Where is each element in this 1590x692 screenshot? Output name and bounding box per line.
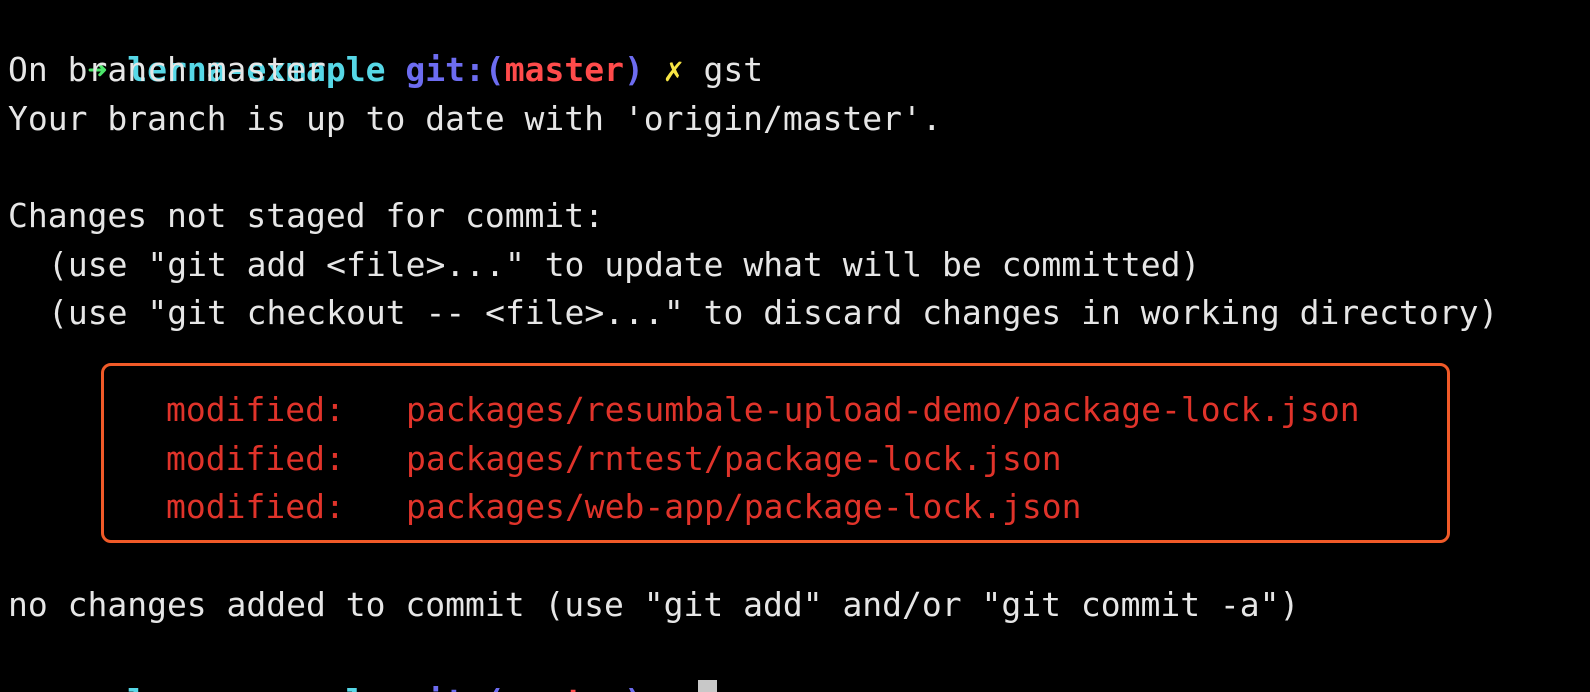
prompt-line-current[interactable]: ➜ lerna-exmaple git:(master) ✗	[8, 630, 717, 692]
prompt-git-close: )	[624, 682, 644, 692]
hint-checkout-text: (use "git checkout -- <file>..." to disc…	[48, 293, 1499, 332]
not-staged-header: Changes not staged for commit:	[8, 196, 605, 235]
command-text: gst	[703, 50, 764, 89]
modified-file-row: modified: packages/resumbale-upload-demo/…	[8, 386, 1360, 434]
modified-status: modified:	[166, 390, 345, 429]
modified-path: packages/rntest/package-lock.json	[406, 439, 1062, 478]
modified-status: modified:	[166, 439, 345, 478]
modified-status: modified:	[166, 487, 345, 526]
branch-line: On branch master	[8, 50, 326, 89]
modified-file-row: modified: packages/web-app/package-lock.j…	[8, 483, 1082, 531]
hint-add-text: (use "git add <file>..." to update what …	[48, 245, 1201, 284]
modified-path: packages/web-app/package-lock.json	[406, 487, 1082, 526]
prompt-git-close: )	[623, 50, 644, 89]
hint-add-line: (use "git add <file>..." to update what …	[8, 241, 1200, 289]
footer-line: no changes added to commit (use "git add…	[8, 585, 1300, 624]
dirty-status-icon: ✗	[663, 50, 684, 89]
prompt-directory: lerna-exmaple	[127, 682, 385, 692]
prompt-git-label: git:(	[405, 682, 504, 692]
hint-checkout-line: (use "git checkout -- <file>..." to disc…	[8, 289, 1498, 337]
modified-path: packages/resumbale-upload-demo/package-l…	[406, 390, 1360, 429]
prompt-line: ➜ lerna-exmaple git:(master) ✗ gst	[8, 0, 763, 89]
prompt-arrow-icon: ➜	[87, 682, 107, 692]
modified-file-row: modified: packages/rntest/package-lock.js…	[8, 435, 1062, 483]
prompt-branch: master	[505, 682, 624, 692]
prompt-git-label: git:(	[405, 50, 505, 89]
text-cursor[interactable]	[697, 679, 717, 692]
terminal-window[interactable]: ➜ lerna-exmaple git:(master) ✗ gst On br…	[0, 0, 1590, 692]
prompt-branch: master	[504, 50, 624, 89]
upstream-line: Your branch is up to date with 'origin/m…	[8, 99, 942, 138]
dirty-status-icon: ✗	[664, 682, 684, 692]
